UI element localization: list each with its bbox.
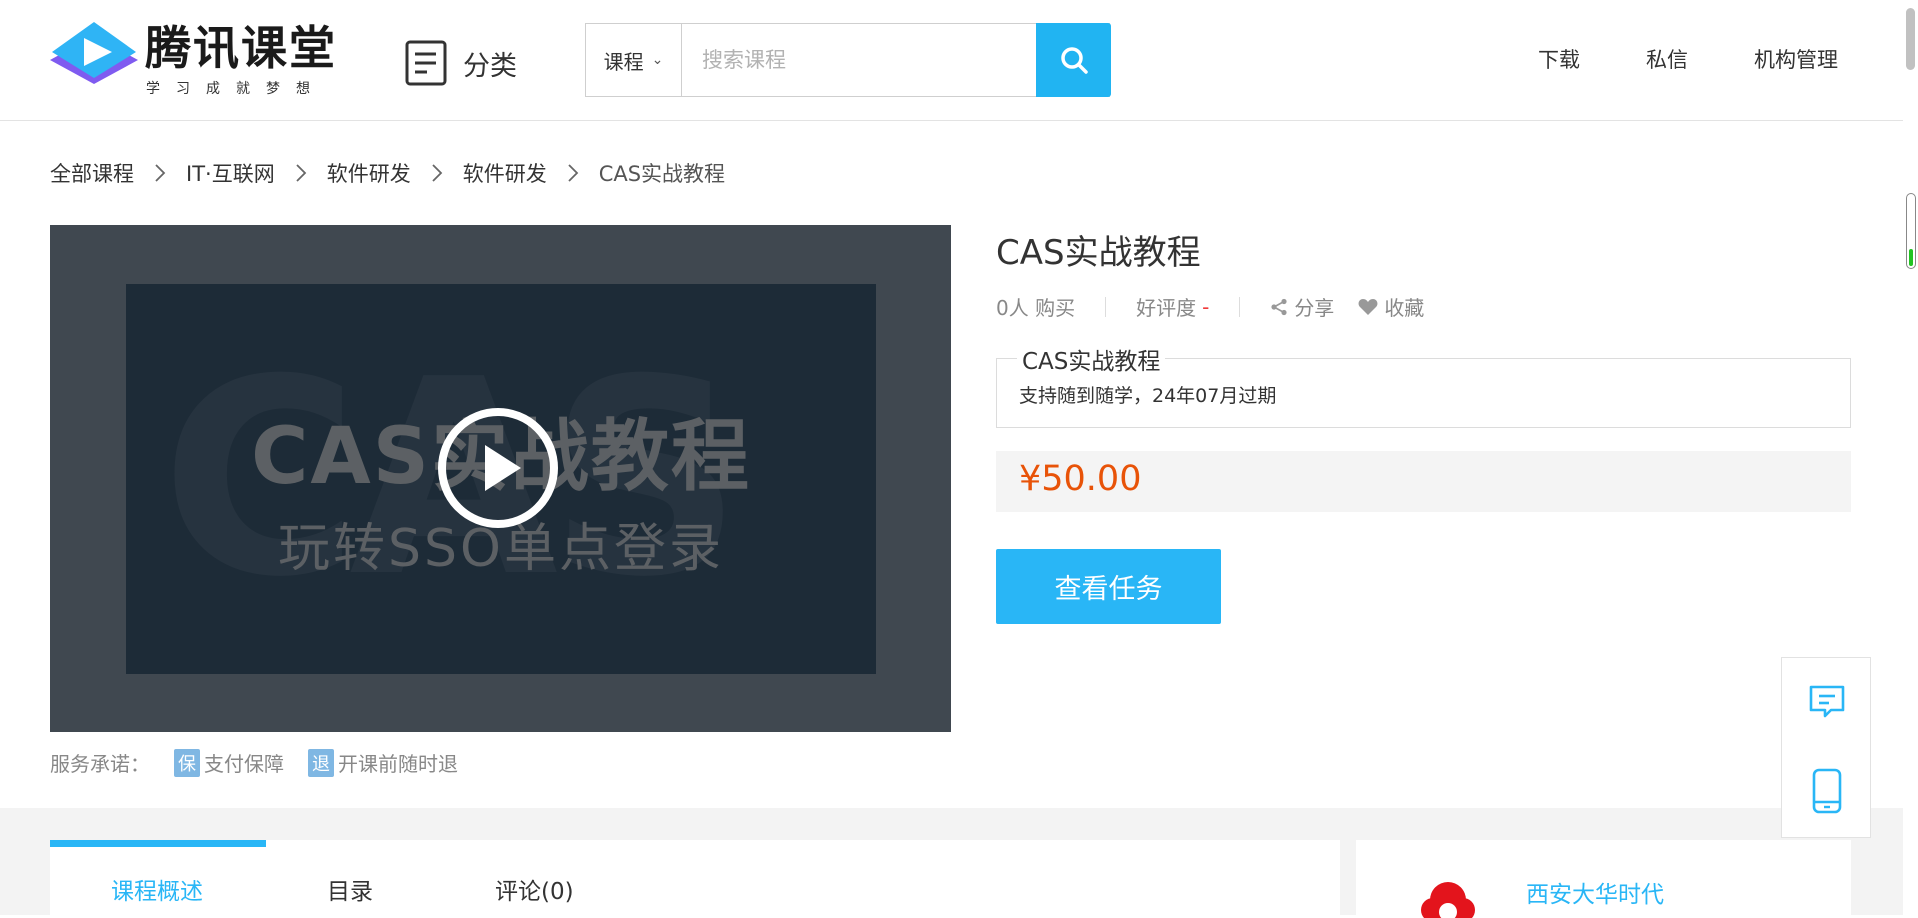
breadcrumb-all-courses[interactable]: 全部课程 xyxy=(50,158,134,188)
download-link[interactable]: 下载 xyxy=(1538,44,1580,74)
refund-icon: 退 xyxy=(308,748,334,777)
category-menu[interactable]: 分类 xyxy=(405,38,517,88)
org-logo[interactable] xyxy=(1418,878,1478,918)
payment-guarantee-icon: 保 xyxy=(174,748,200,777)
consult-button[interactable] xyxy=(1807,682,1847,726)
search-button[interactable] xyxy=(1036,23,1111,97)
breadcrumb: 全部课程 IT·互联网 软件研发 软件研发 CAS实战教程 xyxy=(50,158,725,188)
category-label: 分类 xyxy=(463,50,517,82)
tab-catalog[interactable]: 目录 xyxy=(327,872,373,906)
tencent-classroom-logo-icon xyxy=(50,22,138,84)
collect-label: 收藏 xyxy=(1384,296,1425,320)
plan-description: 支持随到随学，24年07月过期 xyxy=(1019,385,1277,407)
service-item-text: 支付保障 xyxy=(204,752,284,776)
heart-icon xyxy=(1358,298,1378,315)
floating-toolbar xyxy=(1781,657,1871,838)
divider xyxy=(1105,296,1107,317)
price-box: ¥50.00 xyxy=(996,451,1851,512)
search-type-label: 课程 xyxy=(603,49,644,74)
divider xyxy=(1239,296,1241,317)
page-scrollbar[interactable] xyxy=(1903,0,1918,915)
search-bar: 课程 ⌄ xyxy=(585,23,1111,97)
play-icon[interactable] xyxy=(437,407,559,529)
service-label: 服务承诺： xyxy=(50,752,150,776)
top-header: 腾讯课堂 学习成就梦想 分类 课程 ⌄ 下载 私信 机构管理 xyxy=(0,0,1903,121)
course-price: ¥50.00 xyxy=(1019,459,1142,499)
active-tab-indicator xyxy=(50,840,266,847)
share-icon xyxy=(1271,298,1287,315)
org-name-link[interactable]: 西安大华时代 xyxy=(1526,875,1664,909)
rating-value: - xyxy=(1202,294,1210,319)
breadcrumb-software-dev[interactable]: 软件研发 xyxy=(327,158,411,188)
search-icon xyxy=(1060,47,1088,74)
view-tasks-button[interactable]: 查看任务 xyxy=(996,549,1221,624)
chevron-right-icon xyxy=(567,163,579,183)
service-item-refund: 退 开课前随时退 xyxy=(308,748,458,777)
service-item-payment: 保 支付保障 xyxy=(174,748,284,777)
plan-legend: CAS实战教程 xyxy=(1017,342,1166,376)
mobile-phone-icon xyxy=(1812,768,1842,814)
scrollbar-thumb[interactable] xyxy=(1906,8,1915,70)
org-admin-link[interactable]: 机构管理 xyxy=(1754,44,1838,74)
service-item-text: 开课前随时退 xyxy=(338,752,458,776)
category-list-icon xyxy=(405,40,447,86)
course-tabs: 课程概述 目录 评论(0) xyxy=(50,840,1340,915)
course-plan-box[interactable]: CAS实战教程 支持随到随学，24年07月过期 xyxy=(996,342,1851,428)
search-type-select[interactable]: 课程 ⌄ xyxy=(586,24,682,96)
chevron-right-icon xyxy=(431,163,443,183)
chevron-down-icon: ⌄ xyxy=(651,52,664,68)
rating-label: 好评度 xyxy=(1136,296,1197,320)
breadcrumb-software-dev-sub[interactable]: 软件研发 xyxy=(463,158,547,188)
course-video-player[interactable]: CAS CAS实战教程 玩转SSO单点登录 xyxy=(50,225,951,732)
side-indicator-fill xyxy=(1909,249,1913,266)
share-label: 分享 xyxy=(1294,296,1335,320)
tab-overview[interactable]: 课程概述 xyxy=(111,872,203,906)
buyer-count: 0人 购买 xyxy=(996,296,1076,320)
share-button[interactable]: 分享 xyxy=(1270,292,1334,321)
tab-comments[interactable]: 评论(0) xyxy=(495,872,574,906)
logo-slogan: 学习成就梦想 xyxy=(146,81,326,97)
mobile-app-button[interactable] xyxy=(1807,768,1847,818)
org-panel: 西安大华时代 xyxy=(1356,840,1851,918)
top-nav: 下载 私信 机构管理 xyxy=(1472,44,1838,74)
chevron-right-icon xyxy=(295,163,307,183)
course-stats: 0人 购买 好评度 - 分享 收藏 xyxy=(996,292,1424,321)
logo-title: 腾讯课堂 xyxy=(145,21,337,75)
logo[interactable]: 腾讯课堂 学习成就梦想 xyxy=(50,20,335,100)
search-input[interactable] xyxy=(682,24,1022,96)
messages-link[interactable]: 私信 xyxy=(1646,44,1688,74)
chat-icon xyxy=(1809,685,1845,718)
service-promise: 服务承诺： 保 支付保障 退 开课前随时退 xyxy=(50,748,458,777)
breadcrumb-it-internet[interactable]: IT·互联网 xyxy=(186,158,275,188)
breadcrumb-current: CAS实战教程 xyxy=(598,162,726,186)
collect-button[interactable]: 收藏 xyxy=(1358,292,1424,321)
course-title: CAS实战教程 xyxy=(996,233,1201,273)
chevron-right-icon xyxy=(154,163,166,183)
